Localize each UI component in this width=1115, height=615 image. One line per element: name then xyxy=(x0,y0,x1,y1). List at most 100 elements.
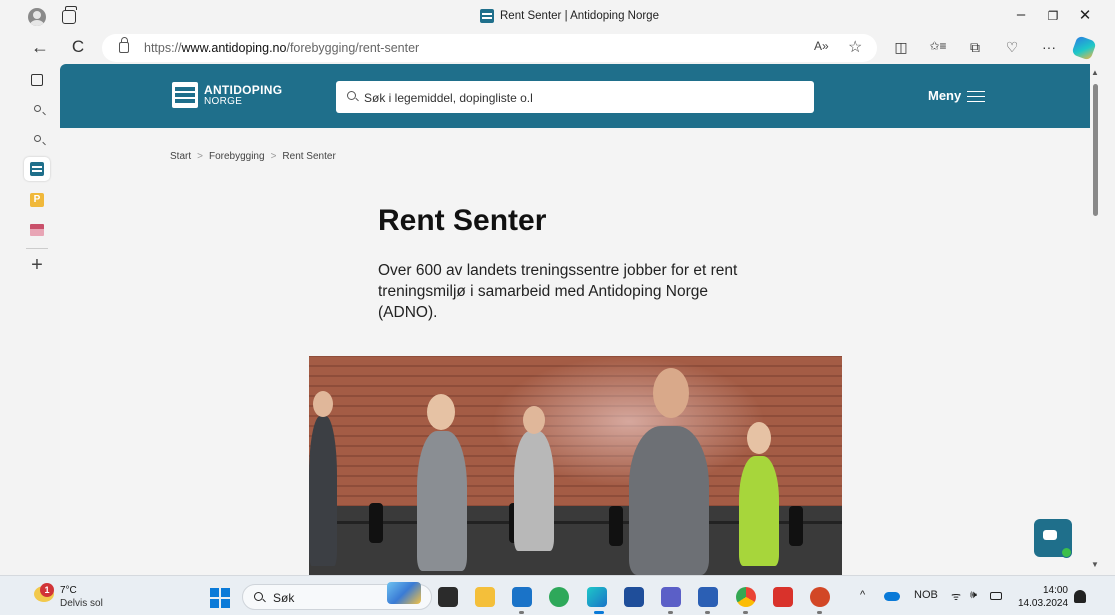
add-favorite-icon[interactable]: ☆ xyxy=(848,37,862,57)
chrome-icon[interactable] xyxy=(736,587,756,607)
profile-icon[interactable] xyxy=(28,8,46,26)
tab-actions-icon[interactable] xyxy=(62,6,77,24)
breadcrumb-start[interactable]: Start xyxy=(170,151,191,162)
hero-image xyxy=(309,356,842,575)
antidoping-logo-icon xyxy=(172,82,198,108)
breadcrumb-separator: > xyxy=(270,151,277,162)
running-indicator xyxy=(705,611,710,614)
volume-icon[interactable]: 🕪 xyxy=(970,589,977,602)
minimize-button[interactable]: – xyxy=(1006,6,1036,23)
window-title: Rent Senter | Antidoping Norge xyxy=(480,9,659,23)
breadcrumb-forebygging[interactable]: Forebygging xyxy=(209,151,265,162)
input-language[interactable]: NOB xyxy=(914,589,938,601)
refresh-button[interactable]: C xyxy=(66,37,90,57)
sidebar-tab-search-2[interactable] xyxy=(24,126,50,150)
store-icon[interactable] xyxy=(624,587,644,607)
person-head xyxy=(653,368,689,418)
clock-date: 14.03.2024 xyxy=(1018,598,1069,609)
search-icon xyxy=(254,592,263,601)
notification-bell-icon[interactable] xyxy=(1074,590,1086,603)
breadcrumb: Start > Forebygging > Rent Senter xyxy=(170,151,336,162)
sidebar-tab-p[interactable]: P xyxy=(24,188,50,212)
scrollbar-thumb[interactable] xyxy=(1093,84,1098,216)
teams-icon[interactable] xyxy=(661,587,681,607)
acrobat-icon[interactable] xyxy=(773,587,793,607)
scroll-up-arrow[interactable]: ▲ xyxy=(1091,68,1099,77)
search-icon xyxy=(347,91,356,100)
vertical-tabs-sidebar: P + xyxy=(0,64,60,575)
read-aloud-icon[interactable]: A» xyxy=(814,39,829,53)
split-screen-icon[interactable]: ◫ xyxy=(891,39,911,56)
task-view-icon[interactable] xyxy=(438,587,458,607)
wifi-icon[interactable]: ᯤ xyxy=(951,589,961,604)
close-button[interactable]: ✕ xyxy=(1070,6,1100,24)
search-icon xyxy=(33,104,41,112)
running-indicator xyxy=(817,611,822,614)
url-path: /forebygging/rent-senter xyxy=(286,41,420,55)
scroll-down-arrow[interactable]: ▼ xyxy=(1091,560,1099,569)
breadcrumb-current: Rent Senter xyxy=(282,151,336,162)
lead-paragraph: Over 600 av landets treningssentre jobbe… xyxy=(378,262,738,321)
person-head xyxy=(313,391,333,417)
site-search-placeholder: Søk i legemiddel, dopingliste o.l xyxy=(364,91,533,105)
restore-button[interactable]: ❐ xyxy=(1038,9,1068,23)
menu-button[interactable]: Meny xyxy=(928,88,986,103)
sidebar-tab-image[interactable] xyxy=(24,218,50,242)
weather-temperature[interactable]: 7°C xyxy=(60,585,77,596)
url-domain: www.antidoping.no xyxy=(181,41,287,55)
word-icon[interactable] xyxy=(698,587,718,607)
running-indicator xyxy=(519,611,524,614)
window-title-text: Rent Senter | Antidoping Norge xyxy=(500,10,659,22)
back-button[interactable]: ← xyxy=(28,37,52,58)
hamburger-icon xyxy=(967,90,986,102)
edge-icon[interactable] xyxy=(587,587,607,607)
new-tab-button[interactable]: + xyxy=(24,253,50,277)
clock[interactable]: 14:00 14.03.2024 xyxy=(1018,584,1068,610)
collections-icon[interactable]: ⧉ xyxy=(965,39,985,56)
url-scheme: https:// xyxy=(144,41,182,55)
browser-toolbar: ← C https://www.antidoping.no/forebyggin… xyxy=(0,34,1115,64)
weather-badge: 1 xyxy=(40,583,54,597)
sidebar-tab-search-1[interactable] xyxy=(24,96,50,120)
battery-icon[interactable] xyxy=(990,592,1002,600)
page-title: Rent Senter xyxy=(378,204,547,237)
sidebar-tab-antidoping[interactable] xyxy=(24,157,50,181)
site-search-input[interactable]: Søk i legemiddel, dopingliste o.l xyxy=(336,81,814,113)
address-bar[interactable]: https://www.antidoping.no/forebygging/re… xyxy=(102,34,877,62)
active-indicator xyxy=(594,611,604,614)
browser-essentials-icon[interactable]: ♡ xyxy=(1002,39,1022,56)
antidoping-logo[interactable]: ANTIDOPING NORGE xyxy=(172,82,282,108)
favorites-icon[interactable]: ✩≡ xyxy=(928,39,948,53)
person-head xyxy=(523,406,545,434)
weather-description[interactable]: Delvis sol xyxy=(60,598,103,609)
person-head xyxy=(747,422,771,454)
person-head xyxy=(427,394,455,430)
powerpoint-icon[interactable] xyxy=(810,587,830,607)
person-right xyxy=(739,456,779,566)
logo-title: ANTIDOPING xyxy=(204,82,283,97)
onedrive-icon[interactable] xyxy=(884,592,900,601)
start-icon[interactable] xyxy=(210,588,230,608)
site-info-icon[interactable] xyxy=(119,37,129,53)
antidoping-favicon-icon xyxy=(30,162,44,176)
search-highlight-icon[interactable] xyxy=(387,582,421,604)
more-options-icon[interactable]: ··· xyxy=(1039,39,1059,55)
breadcrumb-separator: > xyxy=(197,151,203,162)
file-explorer-icon[interactable] xyxy=(475,587,495,607)
p-site-icon: P xyxy=(30,193,44,207)
copilot-icon[interactable] xyxy=(1071,35,1097,61)
web-page: ANTIDOPING NORGE Søk i legemiddel, dopin… xyxy=(60,64,1090,575)
clock-time: 14:00 xyxy=(1042,585,1068,596)
outlook-icon[interactable] xyxy=(512,587,532,607)
show-hidden-icons-chevron[interactable]: ^ xyxy=(860,589,865,601)
antidoping-favicon-icon xyxy=(480,9,494,23)
weight-plate xyxy=(789,506,803,546)
tab-actions-sidebar-button[interactable] xyxy=(24,68,50,92)
taskbar-search-label: Søk xyxy=(273,591,295,605)
image-site-icon xyxy=(30,224,44,236)
chrome-variant-icon[interactable] xyxy=(549,587,569,607)
sidebar-divider xyxy=(26,248,48,249)
chat-button[interactable] xyxy=(1034,519,1072,558)
url-text[interactable]: https://www.antidoping.no/forebygging/re… xyxy=(144,41,419,55)
person-left xyxy=(309,416,337,566)
